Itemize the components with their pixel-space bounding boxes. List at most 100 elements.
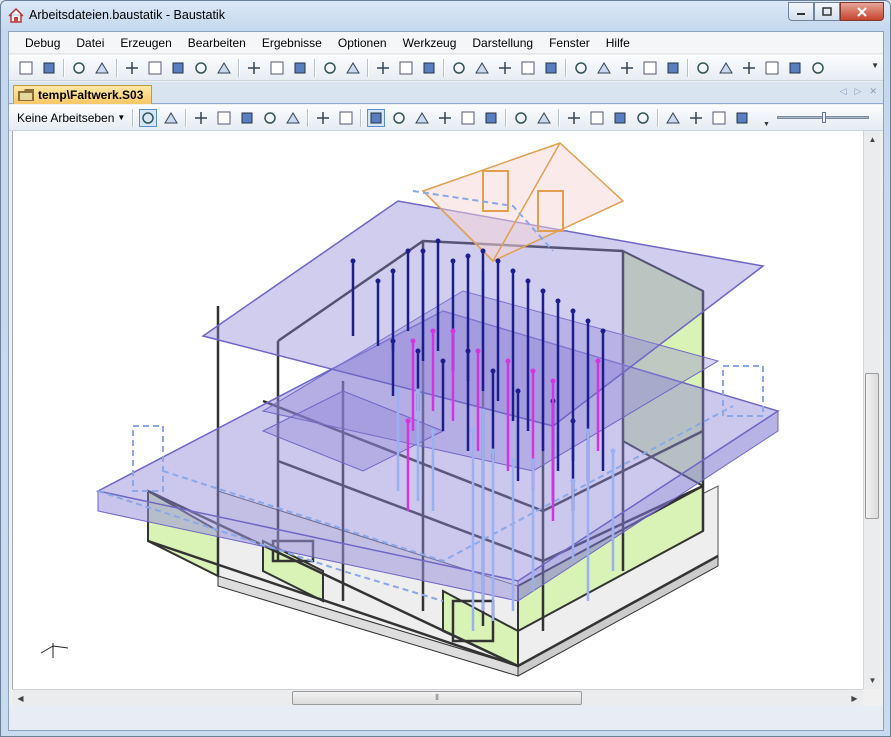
close-button[interactable] [840,2,884,21]
menu-erzeugen[interactable]: Erzeugen [112,33,179,53]
house-solid-button[interactable] [366,108,385,127]
minimize-button[interactable] [788,2,814,21]
wedge-button[interactable] [473,59,491,77]
scroll-left-icon[interactable]: ◀ [12,690,29,707]
sphere-button[interactable] [450,59,468,77]
panel-button[interactable] [641,59,659,77]
zoom-slider[interactable] [777,112,869,123]
pen-button[interactable] [809,59,827,77]
filter-button[interactable] [588,109,606,127]
horizontal-scroll-thumb[interactable]: ⦀ [292,691,582,705]
wall-frame-button[interactable] [390,109,408,127]
hatch-button[interactable] [565,109,583,127]
export-button[interactable] [215,59,233,77]
snap-button[interactable] [634,109,652,127]
zoom-page-button[interactable] [146,59,164,77]
undo-button[interactable] [321,59,339,77]
rotate-select-icon [163,111,178,123]
menu-darstellung[interactable]: Darstellung [464,33,541,53]
copy-button[interactable] [291,59,309,77]
roof-view-button[interactable] [687,109,705,127]
orbit-button[interactable] [459,109,477,127]
workplane-dropdown[interactable]: Keine Arbeitseben ▼ [13,109,129,127]
zoom-button[interactable] [215,109,233,127]
section-view-icon [736,112,748,123]
menu-werkzeug[interactable]: Werkzeug [395,33,465,53]
link-button[interactable] [535,109,553,127]
scroll-down-icon[interactable]: ▼ [864,672,881,689]
section-view-button[interactable] [733,109,751,127]
truss-button[interactable] [496,59,514,77]
plate-button[interactable] [618,59,636,77]
maximize-button[interactable] [814,2,840,21]
tab-prev-icon[interactable]: ◁ [840,86,847,97]
toolbar-overflow-icon[interactable]: ▼ [871,61,879,70]
new-doc-button[interactable] [17,59,35,77]
house-outline-button[interactable] [413,109,431,127]
page-button[interactable] [93,59,111,77]
menu-optionen[interactable]: Optionen [330,33,395,53]
toolbar2-overflow-icon[interactable]: ▼ [763,121,772,129]
pointer-button[interactable] [138,108,157,127]
menu-datei[interactable]: Datei [68,33,112,53]
layers-button[interactable] [664,59,682,77]
load-button[interactable] [519,59,537,77]
camera-button[interactable] [512,109,530,127]
tab-next-icon[interactable]: ▷ [855,86,862,97]
zoom-in-icon [264,111,276,124]
lasso-button[interactable] [245,59,263,77]
back-button[interactable] [314,109,332,127]
vertical-scroll-thumb[interactable] [865,373,879,519]
elevation-button[interactable] [710,109,728,127]
zoom-page-icon [148,61,161,74]
scroll-right-icon[interactable]: ▶ [846,690,863,707]
scroll-up-icon[interactable]: ▲ [864,131,881,148]
menu-debug[interactable]: Debug [17,33,68,53]
slider-thumb[interactable] [822,112,826,123]
view-button[interactable] [572,59,590,77]
zoom-out-button[interactable] [284,109,302,127]
pdf-button[interactable] [192,59,210,77]
tab-close-icon[interactable]: ✕ [869,86,877,97]
house-detail-button[interactable] [436,109,454,127]
select-area-button[interactable] [611,109,629,127]
save-button[interactable] [70,59,88,77]
pan-button[interactable] [238,109,256,127]
tab-faltwerk[interactable]: temp\Faltwerk.S03 [13,85,152,104]
measure-button[interactable] [717,59,735,77]
measure-icon [718,61,733,73]
zoom-in-button[interactable] [261,109,279,127]
copy-docs-button[interactable] [40,59,58,77]
frame-view-button[interactable] [664,109,682,127]
zoom-window-button[interactable] [192,109,210,127]
print-preview-button[interactable] [123,59,141,77]
grid-button[interactable] [482,109,500,127]
cube-button[interactable] [397,59,415,77]
frame-button[interactable] [786,59,804,77]
toolbar-separator [116,58,117,77]
back-icon [316,111,329,124]
menu-fenster[interactable]: Fenster [541,33,598,53]
menu-hilfe[interactable]: Hilfe [598,33,638,53]
print-button[interactable] [169,59,187,77]
load-node [405,248,411,254]
menu-ergebnisse[interactable]: Ergebnisse [254,33,330,53]
beam-button[interactable] [595,59,613,77]
horizontal-scrollbar[interactable]: ◀ ⦀ ▶ [12,689,863,706]
transfer-button[interactable] [420,59,438,77]
stairs-button[interactable] [694,59,712,77]
building-button[interactable] [374,59,392,77]
pen-icon [811,61,824,74]
vertical-scrollbar[interactable]: ▲ ▼ [863,131,880,689]
redo-button[interactable] [344,59,362,77]
delete-button[interactable] [268,59,286,77]
rotate-select-button[interactable] [162,109,180,127]
menu-bearbeiten[interactable]: Bearbeiten [180,33,254,53]
section-button[interactable] [740,59,758,77]
rotate-load-button[interactable] [542,59,560,77]
forward-button[interactable] [337,109,355,127]
3d-viewport[interactable] [12,131,863,689]
title-bar[interactable]: Arbeitsdateien.baustatik - Baustatik [1,1,890,31]
wall-button[interactable] [763,59,781,77]
axis-indicator [40,643,69,658]
